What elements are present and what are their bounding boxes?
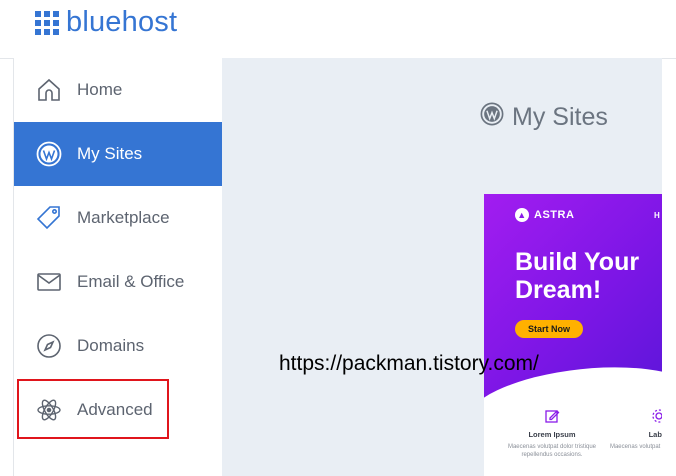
astra-logo: ▲ ASTRA xyxy=(515,208,574,222)
sidebar-item-home[interactable]: Home xyxy=(14,58,222,122)
feature-block: Labor Maecenas volutpat dolor repellendu… xyxy=(604,408,662,451)
feature-title: Labor xyxy=(648,430,662,439)
page-title: My Sites xyxy=(480,102,608,133)
sidebar-item-my-sites[interactable]: My Sites xyxy=(14,122,222,186)
sidebar-item-label: My Sites xyxy=(77,144,143,163)
sidebar-item-label: Domains xyxy=(77,336,145,355)
watermark-url: https://packman.tistory.com/ xyxy=(279,352,539,375)
sidebar-item-marketplace[interactable]: Marketplace xyxy=(14,186,222,250)
astra-brand: ASTRA xyxy=(534,209,575,221)
preview-nav-letter: H xyxy=(654,211,660,220)
logo-grid-icon xyxy=(35,10,59,35)
sidebar-item-label: Home xyxy=(77,80,123,99)
feature-block: Lorem Ipsum Maecenas volutpat dolor tris… xyxy=(497,408,607,459)
main-content: My Sites ▲ ASTRA H Build Your Dream! Sta… xyxy=(222,58,662,476)
feature-desc: Maecenas volutpat dolor tristique repell… xyxy=(507,444,597,458)
sidebar-item-domains[interactable]: Domains xyxy=(14,314,222,378)
tag-icon xyxy=(36,205,62,231)
gear-icon xyxy=(651,408,662,424)
edit-icon xyxy=(544,408,560,424)
brand-name: bluehost xyxy=(66,6,178,38)
wordpress-icon xyxy=(36,141,62,167)
sidebar-item-email-office[interactable]: Email & Office xyxy=(14,250,222,314)
site-card[interactable]: ▲ ASTRA H Build Your Dream! Start Now Lo… xyxy=(484,194,662,476)
feature-desc: Maecenas volutpat dolor repellendus xyxy=(609,444,662,450)
compass-icon xyxy=(36,333,62,359)
bluehost-logo[interactable]: bluehost xyxy=(35,6,177,39)
sidebar-item-label: Email & Office xyxy=(77,272,185,291)
page-title-text: My Sites xyxy=(512,103,608,131)
sidebar-item-label: Marketplace xyxy=(77,208,170,227)
home-icon xyxy=(36,77,62,103)
envelope-icon xyxy=(36,269,62,295)
wordpress-icon xyxy=(480,102,504,133)
top-header: bluehost xyxy=(0,0,676,59)
feature-title: Lorem Ipsum xyxy=(528,430,576,439)
advanced-highlight-box xyxy=(17,379,169,439)
start-now-button[interactable]: Start Now xyxy=(515,320,583,338)
astra-mark-icon: ▲ xyxy=(515,208,529,222)
hero-title: Build Your Dream! xyxy=(515,248,640,304)
